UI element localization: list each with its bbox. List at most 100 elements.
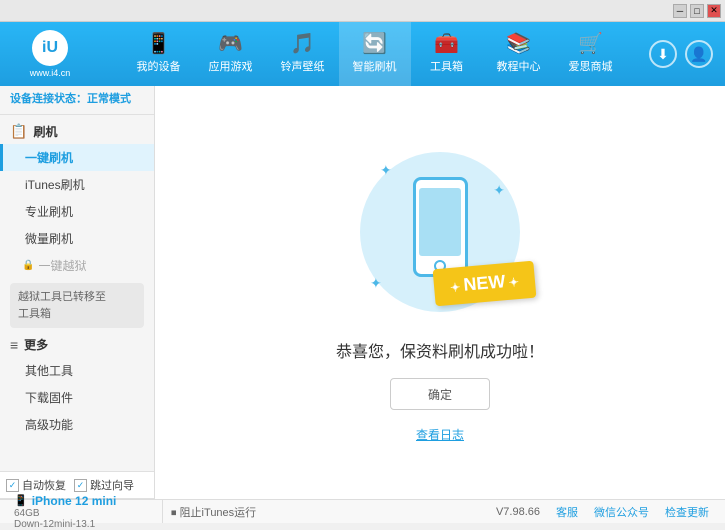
header: iU www.i4.cn 📱 我的设备 🎮 应用游戏 🎵 铃声壁纸 🔄 智能刷机… (0, 22, 725, 86)
toolbox-icon: 🧰 (434, 34, 459, 54)
device-info: 📱 iPhone 12 mini 64GB Down-12mini-13.1 (8, 500, 163, 523)
nav-store[interactable]: 🛒 爱思商城 (555, 22, 627, 86)
device-storage: 64GB (14, 508, 162, 519)
sidebar: 设备连接状态：正常模式 📋 刷机 一键刷机 iTunes刷机 专业刷机 微量刷机… (0, 86, 154, 471)
bottom-bar: 📱 iPhone 12 mini 64GB Down-12mini-13.1 ⏹… (0, 499, 725, 523)
support-link[interactable]: 客服 (556, 504, 578, 520)
close-button[interactable]: ✕ (707, 4, 721, 18)
device-version: Down-12mini-13.1 (14, 519, 162, 530)
auto-send-checkbox-label[interactable]: ✓ 自动恢复 (6, 477, 66, 493)
version-label: V7.98.66 (496, 506, 540, 518)
skip-wizard-checkbox-label[interactable]: ✓ 跳过向导 (74, 477, 134, 493)
nav-bar: 📱 我的设备 🎮 应用游戏 🎵 铃声壁纸 🔄 智能刷机 🧰 工具箱 📚 教程中心… (100, 22, 649, 86)
tutorial-icon: 📚 (506, 34, 531, 54)
download-icon: ⬇ (657, 46, 669, 63)
circle-bg: ✦ ✦ ✦ NEW (360, 152, 520, 312)
my-device-icon: 📱 (146, 34, 171, 54)
skip-wizard-label: 跳过向导 (90, 477, 134, 493)
smart-flash-icon: 🔄 (362, 34, 387, 54)
success-graphic: ✦ ✦ ✦ NEW (350, 142, 530, 322)
download-button[interactable]: ⬇ (649, 40, 677, 68)
ringtones-icon: 🎵 (290, 34, 315, 54)
header-right: ⬇ 👤 (649, 40, 725, 68)
more-section-icon: ≡ (10, 337, 18, 353)
nav-tutorial-label: 教程中心 (497, 58, 541, 74)
pro-flash-label: 专业刷机 (25, 205, 73, 219)
nav-ringtones-label: 铃声壁纸 (281, 58, 325, 74)
itunes-status-icon: ⏹ (171, 507, 177, 519)
device-name-label: iPhone 12 mini (32, 494, 117, 508)
phone-screen (419, 188, 461, 256)
left-column: 设备连接状态：正常模式 📋 刷机 一键刷机 iTunes刷机 专业刷机 微量刷机… (0, 86, 155, 499)
auto-send-label: 自动恢复 (22, 477, 66, 493)
notice-line2: 工具箱 (18, 308, 51, 320)
sidebar-item-one-click-flash[interactable]: 一键刷机 (0, 144, 154, 171)
nav-tutorial[interactable]: 📚 教程中心 (483, 22, 555, 86)
user-icon: 👤 (690, 46, 707, 63)
device-name-row: 📱 iPhone 12 mini (14, 494, 162, 508)
sidebar-item-brush-flash[interactable]: 微量刷机 (0, 225, 154, 252)
bottom-right: V7.98.66 客服 微信公众号 检查更新 (440, 504, 717, 520)
phone-graphic (413, 177, 468, 277)
maximize-button[interactable]: □ (690, 4, 704, 18)
window-controls: ─ □ ✕ (673, 4, 721, 18)
sidebar-item-itunes-flash[interactable]: iTunes刷机 (0, 171, 154, 198)
sparkle-icon-1: ✦ (380, 162, 392, 179)
notice-line1: 越狱工具已转移至 (18, 291, 106, 303)
jailbreak-item: 🔒 一键越狱 (0, 252, 154, 279)
wechat-link[interactable]: 微信公众号 (594, 504, 649, 520)
logo-subtitle: www.i4.cn (30, 68, 71, 78)
wizard-link[interactable]: 查看日志 (416, 426, 464, 443)
flash-section-label: 刷机 (33, 123, 57, 140)
advanced-label: 高级功能 (25, 418, 73, 432)
itunes-status: ⏹ 阻止iTunes运行 (163, 504, 440, 520)
store-icon: 🛒 (578, 34, 603, 54)
status-value: 正常模式 (87, 93, 131, 105)
content-area: ✦ ✦ ✦ NEW 恭喜您，保资料刷机成功啦！ 确定 查看日志 (155, 86, 725, 499)
status-label: 设备连接状态： (10, 93, 87, 105)
nav-toolbox[interactable]: 🧰 工具箱 (411, 22, 483, 86)
more-section-header: ≡ 更多 (0, 332, 154, 357)
update-link[interactable]: 检查更新 (665, 504, 709, 520)
nav-my-device[interactable]: 📱 我的设备 (123, 22, 195, 86)
sidebar-item-pro-flash[interactable]: 专业刷机 (0, 198, 154, 225)
nav-toolbox-label: 工具箱 (430, 58, 463, 74)
confirm-label: 确定 (428, 386, 452, 403)
flash-section-header: 📋 刷机 (0, 119, 154, 144)
new-banner: NEW (433, 261, 537, 307)
success-message: 恭喜您，保资料刷机成功啦！ (336, 338, 544, 362)
sparkle-icon-3: ✦ (370, 275, 382, 292)
nav-apps-games[interactable]: 🎮 应用游戏 (195, 22, 267, 86)
logo-area: iU www.i4.cn (0, 22, 100, 86)
nav-smart-flash-label: 智能刷机 (353, 58, 397, 74)
title-bar: ─ □ ✕ (0, 0, 725, 22)
sidebar-item-other-tools[interactable]: 其他工具 (0, 357, 154, 384)
nav-ringtones[interactable]: 🎵 铃声壁纸 (267, 22, 339, 86)
nav-my-device-label: 我的设备 (137, 58, 181, 74)
skip-wizard-checkbox[interactable]: ✓ (74, 479, 87, 492)
connection-status: 设备连接状态：正常模式 (0, 86, 154, 115)
sparkle-icon-2: ✦ (493, 182, 505, 199)
nav-smart-flash[interactable]: 🔄 智能刷机 (339, 22, 411, 86)
download-firmware-label: 下载固件 (25, 391, 73, 405)
logo-icon: iU (32, 30, 68, 66)
itunes-flash-label: iTunes刷机 (25, 178, 85, 192)
logo-text: iU (42, 39, 58, 57)
jailbreak-label: 一键越狱 (38, 257, 86, 274)
other-tools-label: 其他工具 (25, 364, 73, 378)
flash-section-icon: 📋 (10, 123, 27, 140)
itunes-status-label: 阻止iTunes运行 (180, 507, 257, 519)
nav-apps-games-label: 应用游戏 (209, 58, 253, 74)
confirm-button[interactable]: 确定 (390, 378, 490, 410)
apps-games-icon: 🎮 (218, 34, 243, 54)
user-button[interactable]: 👤 (685, 40, 713, 68)
brush-flash-label: 微量刷机 (25, 232, 73, 246)
more-section-label: 更多 (24, 336, 48, 353)
minimize-button[interactable]: ─ (673, 4, 687, 18)
main-area: 设备连接状态：正常模式 📋 刷机 一键刷机 iTunes刷机 专业刷机 微量刷机… (0, 86, 725, 499)
lock-icon: 🔒 (22, 260, 34, 271)
sidebar-item-download-firmware[interactable]: 下载固件 (0, 384, 154, 411)
nav-store-label: 爱思商城 (569, 58, 613, 74)
sidebar-item-advanced[interactable]: 高级功能 (0, 411, 154, 438)
auto-send-checkbox[interactable]: ✓ (6, 479, 19, 492)
